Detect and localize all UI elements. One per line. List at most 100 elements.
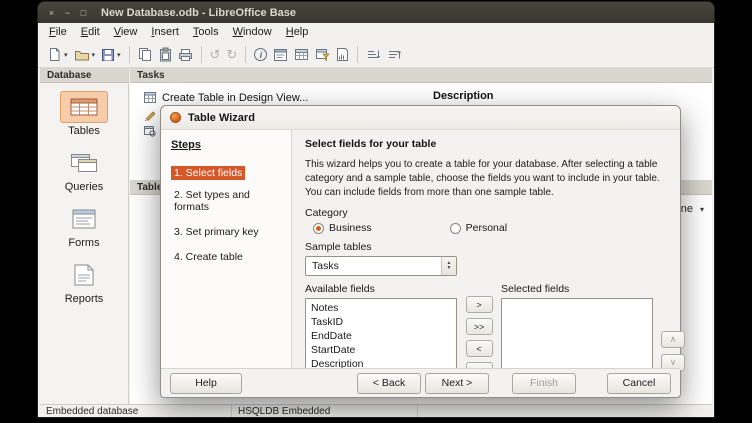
maximize-icon[interactable]: □ <box>77 6 90 19</box>
sidebar-item-forms[interactable]: Forms <box>60 203 108 249</box>
available-fields-label: Available fields <box>305 283 457 295</box>
sidebar-item-label: Queries <box>65 181 104 193</box>
next-button[interactable]: Next > <box>425 373 489 394</box>
wizard-pencil-icon <box>144 109 156 121</box>
list-item[interactable]: TaskID <box>306 315 456 329</box>
dialog-title: Table Wizard <box>188 112 255 124</box>
sidebar-items: Tables Queries Forms Reports <box>40 83 128 315</box>
sidebar-item-label: Tables <box>68 125 100 137</box>
sidebar-item-label: Reports <box>65 293 104 305</box>
toolbar-separator <box>201 46 202 63</box>
list-item[interactable]: StartDate <box>306 343 456 357</box>
menu-view[interactable]: View <box>107 24 145 41</box>
table-button[interactable] <box>291 44 312 66</box>
toolbar-separator <box>129 46 130 63</box>
new-document-icon <box>47 47 62 62</box>
view-icon <box>144 126 156 137</box>
menu-window[interactable]: Window <box>226 24 279 41</box>
application-window: × − □ New Database.odb - LibreOffice Bas… <box>38 2 714 417</box>
spin-down-icon: ▼ <box>447 266 452 271</box>
dropdown-caret-icon: ▾ <box>64 51 68 59</box>
info-button[interactable]: i <box>251 44 270 66</box>
move-up-button[interactable]: ∧ <box>661 331 685 348</box>
menu-tools[interactable]: Tools <box>186 24 226 41</box>
sidebar-item-label: Forms <box>68 237 99 249</box>
category-radio-row: Business Personal <box>313 222 693 234</box>
radio-business-icon <box>313 223 324 234</box>
step-set-types[interactable]: 2. Set types and formats <box>171 188 283 214</box>
form-icon <box>273 48 288 62</box>
statusbar-database-type: Embedded database <box>40 405 232 417</box>
standard-toolbar: ▾ ▾ ▾ ↺ ↻ i <box>38 42 714 68</box>
steps-panel: Steps 1. Select fields 2. Set types and … <box>161 130 292 368</box>
task-item-create-table-design-view[interactable]: Create Table in Design View... <box>130 89 712 106</box>
form-button[interactable] <box>270 44 291 66</box>
toolbar-separator <box>245 46 246 63</box>
menu-insert[interactable]: Insert <box>144 24 186 41</box>
sort-descending-icon <box>387 48 402 61</box>
back-button[interactable]: < Back <box>357 373 421 394</box>
query-button[interactable] <box>312 44 333 66</box>
table-wizard-dialog: Table Wizard Steps 1. Select fields 2. S… <box>160 105 681 398</box>
table-design-icon <box>144 92 156 103</box>
new-document-button[interactable]: ▾ <box>44 44 71 66</box>
help-button[interactable]: Help <box>170 373 242 394</box>
remove-field-button[interactable]: < <box>466 340 493 357</box>
menu-edit[interactable]: Edit <box>74 24 107 41</box>
paste-icon <box>158 47 172 62</box>
sort-descending-button[interactable] <box>384 44 405 66</box>
category-label: Category <box>305 207 693 219</box>
step-create-table[interactable]: 4. Create table <box>171 250 246 264</box>
sidebar-item-tables[interactable]: Tables <box>60 91 108 137</box>
radio-personal[interactable]: Personal <box>450 222 507 234</box>
sidebar-item-reports[interactable]: Reports <box>60 259 108 305</box>
list-item[interactable]: Notes <box>306 301 456 315</box>
list-item[interactable]: EndDate <box>306 329 456 343</box>
report-button[interactable] <box>333 44 352 66</box>
radio-personal-icon <box>450 223 461 234</box>
sample-tables-label: Sample tables <box>305 241 693 253</box>
dropdown-caret-icon: ▾ <box>117 51 121 59</box>
copy-icon <box>138 47 152 62</box>
dialog-footer: Help < Back Next > Finish Cancel <box>161 368 680 397</box>
add-field-button[interactable]: > <box>466 296 493 313</box>
table-icon <box>294 48 309 61</box>
copy-button[interactable] <box>135 44 155 66</box>
sample-tables-combobox[interactable]: Tasks ▲ ▼ <box>305 256 457 276</box>
title-bar: × − □ New Database.odb - LibreOffice Bas… <box>38 2 714 23</box>
sample-tables-value: Tasks <box>306 260 441 272</box>
tasks-header: Tasks <box>130 68 712 83</box>
open-button[interactable]: ▾ <box>71 44 99 66</box>
print-icon <box>178 48 193 62</box>
sidebar-header: Database <box>40 68 128 83</box>
sidebar-item-queries[interactable]: Queries <box>60 147 108 193</box>
step-set-primary-key[interactable]: 3. Set primary key <box>171 225 262 239</box>
status-bar: Embedded database HSQLDB Embedded <box>40 404 712 417</box>
reports-icon <box>60 259 108 291</box>
description-header: Description <box>433 90 494 102</box>
add-all-fields-button[interactable]: >> <box>466 318 493 335</box>
redo-button[interactable]: ↻ <box>223 44 240 66</box>
save-icon <box>101 48 115 62</box>
dialog-title-bar[interactable]: Table Wizard <box>161 106 680 130</box>
cancel-button[interactable]: Cancel <box>607 373 671 394</box>
report-icon <box>336 47 349 62</box>
save-button[interactable]: ▾ <box>98 44 124 66</box>
steps-header: Steps <box>171 139 283 151</box>
print-button[interactable] <box>175 44 196 66</box>
radio-business[interactable]: Business <box>313 222 372 234</box>
wizard-intro-text: This wizard helps you to create a table … <box>305 158 667 199</box>
info-icon: i <box>254 48 267 61</box>
minimize-icon[interactable]: − <box>61 6 74 19</box>
menu-file[interactable]: File <box>42 24 74 41</box>
finish-button[interactable]: Finish <box>512 373 576 394</box>
combobox-spin-buttons[interactable]: ▲ ▼ <box>441 257 456 275</box>
sort-ascending-button[interactable] <box>363 44 384 66</box>
step-select-fields[interactable]: 1. Select fields <box>171 166 245 180</box>
undo-button[interactable]: ↺ <box>207 44 224 66</box>
dropdown-caret-icon: ▾ <box>92 51 96 59</box>
menu-bar: File Edit View Insert Tools Window Help <box>38 23 714 42</box>
close-icon[interactable]: × <box>45 6 58 19</box>
menu-help[interactable]: Help <box>279 24 316 41</box>
paste-button[interactable] <box>155 44 175 66</box>
